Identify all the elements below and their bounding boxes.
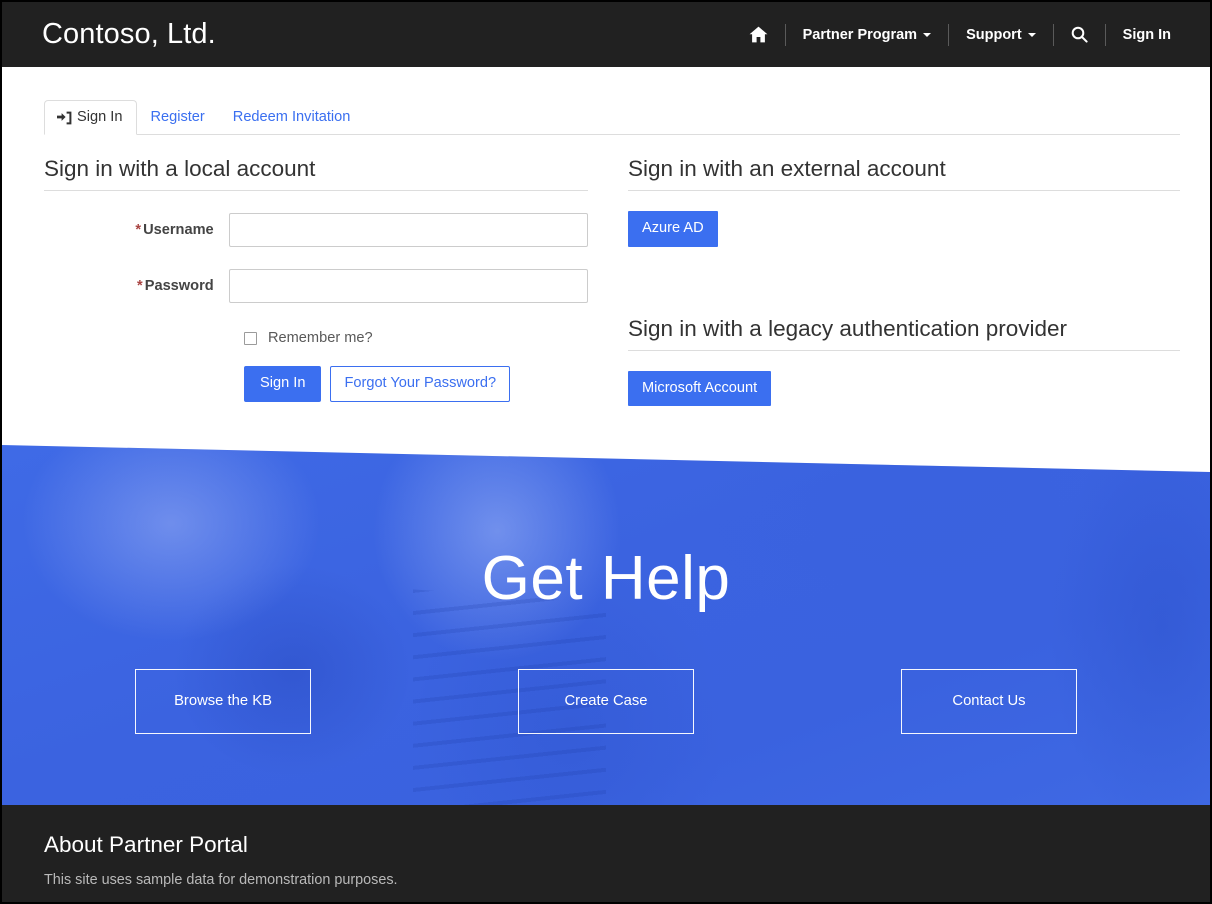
contact-us-button[interactable]: Contact Us: [901, 669, 1077, 734]
auth-tabs: Sign In Register Redeem Invitation: [44, 93, 1180, 135]
footer-subtitle: This site uses sample data for demonstra…: [44, 872, 398, 888]
azure-ad-button[interactable]: Azure AD: [628, 211, 718, 247]
create-case-button[interactable]: Create Case: [518, 669, 694, 734]
nav-partner-program-menu[interactable]: Partner Program: [786, 2, 948, 67]
tab-redeem-invitation[interactable]: Redeem Invitation: [220, 100, 366, 135]
legacy-account-heading: Sign in with a legacy authentication pro…: [628, 295, 1180, 351]
chevron-down-icon: [1027, 32, 1036, 37]
remember-me-checkbox[interactable]: [244, 331, 257, 345]
password-form-row: * Password: [44, 269, 588, 303]
password-label-text: Password: [144, 278, 214, 294]
brand-logo[interactable]: Contoso, Ltd.: [42, 18, 216, 51]
nav-support-label: Support: [966, 26, 1022, 43]
nav-home-link[interactable]: [732, 2, 785, 67]
local-account-panel: Sign in with a local account * Username *…: [44, 135, 612, 406]
auth-content-columns: Sign in with a local account * Username *…: [2, 135, 1210, 406]
hero-title: Get Help: [481, 544, 731, 613]
home-icon: [749, 26, 768, 43]
external-account-panel: Sign in with an external account Azure A…: [612, 135, 1180, 406]
password-label: * Password: [44, 278, 229, 294]
get-help-hero-section: Get Help Browse the KB Create Case Conta…: [2, 443, 1210, 809]
auth-tabs-container: Sign In Register Redeem Invitation: [2, 67, 1210, 135]
page-root: Contoso, Ltd. Partner Program Support Si…: [0, 0, 1212, 904]
sign-in-icon: [57, 111, 72, 125]
local-account-heading: Sign in with a local account: [44, 135, 588, 191]
nav-links-group: Partner Program Support Sign In: [732, 2, 1188, 67]
password-input[interactable]: [228, 269, 588, 303]
top-navigation-bar: Contoso, Ltd. Partner Program Support Si…: [2, 2, 1210, 67]
local-account-actions: Sign In Forgot Your Password?: [244, 366, 588, 402]
tab-sign-in[interactable]: Sign In: [44, 100, 138, 135]
chevron-down-icon: [923, 32, 932, 37]
microsoft-account-button[interactable]: Microsoft Account: [628, 370, 772, 406]
required-marker: *: [137, 278, 143, 294]
hero-actions: Browse the KB Create Case Contact Us: [2, 669, 1210, 734]
nav-search-button[interactable]: [1054, 2, 1105, 67]
username-input[interactable]: [228, 213, 588, 247]
search-icon: [1071, 26, 1088, 43]
tab-sign-in-label: Sign In: [77, 109, 123, 126]
footer-title: About Partner Portal: [44, 832, 248, 857]
hero-background-image: [2, 445, 1210, 809]
tab-register[interactable]: Register: [137, 100, 219, 135]
username-label: * Username: [44, 222, 229, 238]
remember-me-row: Remember me?: [244, 330, 588, 346]
nav-partner-program-label: Partner Program: [802, 26, 918, 43]
remember-me-label[interactable]: Remember me?: [268, 330, 373, 346]
site-footer: About Partner Portal This site uses samp…: [2, 805, 1210, 902]
sign-in-button[interactable]: Sign In: [244, 366, 322, 402]
nav-sign-in-link[interactable]: Sign In: [1106, 2, 1188, 67]
tab-redeem-invitation-label: Redeem Invitation: [232, 109, 351, 126]
required-marker: *: [135, 222, 142, 238]
tab-register-label: Register: [150, 109, 205, 126]
username-form-row: * Username: [44, 213, 588, 247]
username-label-text: Username: [143, 222, 214, 238]
forgot-password-button[interactable]: Forgot Your Password?: [330, 366, 511, 402]
browse-kb-button[interactable]: Browse the KB: [135, 669, 311, 734]
external-account-heading: Sign in with an external account: [628, 135, 1180, 191]
nav-support-menu[interactable]: Support: [949, 2, 1053, 67]
